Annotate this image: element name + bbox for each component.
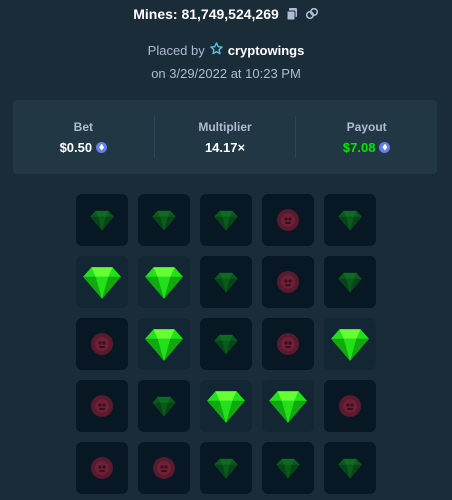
ethereum-icon	[379, 141, 391, 153]
gem-icon	[214, 272, 238, 293]
payout-value: $7.08	[343, 140, 391, 155]
tile-gem[interactable]	[324, 442, 376, 494]
tile-gem-revealed[interactable]	[262, 380, 314, 432]
placed-by: Placed by cryptowings	[0, 42, 452, 58]
tile-mine[interactable]	[324, 380, 376, 432]
payout-amount: $7.08	[342, 139, 376, 155]
copy-icon[interactable]	[285, 7, 299, 21]
mine-icon	[91, 395, 113, 417]
gem-icon	[338, 210, 362, 231]
tile-gem[interactable]	[324, 194, 376, 246]
gem-icon	[214, 334, 238, 355]
mine-icon	[91, 457, 113, 479]
gem-icon	[90, 210, 114, 231]
tile-gem[interactable]	[138, 380, 190, 432]
multiplier-label: Multiplier	[198, 119, 252, 134]
tile-gem-revealed[interactable]	[324, 318, 376, 370]
bet-stats-panel: Bet $0.50 Multiplier 14.17× Payout $7.08	[13, 100, 437, 174]
bet-title: Mines: 81,749,524,269	[133, 6, 279, 22]
bet-header: Mines: 81,749,524,269	[0, 0, 452, 28]
tile-gem[interactable]	[324, 256, 376, 308]
star-icon	[209, 42, 223, 58]
bet-amount: $0.50	[59, 139, 93, 155]
tile-gem[interactable]	[200, 194, 252, 246]
tile-mine[interactable]	[262, 256, 314, 308]
tile-gem[interactable]	[76, 194, 128, 246]
stat-bet: Bet $0.50	[13, 100, 154, 174]
tile-gem-revealed[interactable]	[200, 380, 252, 432]
mine-icon	[277, 271, 299, 293]
tile-mine[interactable]	[262, 194, 314, 246]
gem-icon	[207, 391, 245, 423]
tile-mine[interactable]	[76, 442, 128, 494]
ethereum-icon	[96, 141, 108, 153]
payout-label: Payout	[346, 119, 387, 134]
gem-icon	[269, 391, 307, 423]
gem-icon	[145, 329, 183, 361]
gem-icon	[152, 210, 176, 231]
bet-value: $0.50	[60, 140, 108, 155]
username-link[interactable]: cryptowings	[228, 43, 305, 58]
tile-gem-revealed[interactable]	[138, 256, 190, 308]
tile-gem-revealed[interactable]	[138, 318, 190, 370]
gem-icon	[83, 267, 121, 299]
placed-by-prefix: Placed by	[147, 42, 205, 58]
mine-icon	[91, 333, 113, 355]
tile-mine[interactable]	[262, 318, 314, 370]
mine-icon	[277, 209, 299, 231]
gem-icon	[331, 329, 369, 361]
tile-gem[interactable]	[200, 442, 252, 494]
multiplier-value: 14.17×	[204, 139, 246, 155]
bet-label: Bet	[73, 119, 93, 134]
gem-icon	[276, 458, 300, 479]
gem-icon	[214, 210, 238, 231]
tile-gem[interactable]	[200, 256, 252, 308]
tile-gem[interactable]	[200, 318, 252, 370]
tile-mine[interactable]	[138, 442, 190, 494]
stat-multiplier: Multiplier 14.17×	[155, 100, 296, 174]
mine-icon	[339, 395, 361, 417]
mine-icon	[277, 333, 299, 355]
gem-icon	[214, 458, 238, 479]
link-icon[interactable]	[305, 7, 319, 21]
tile-gem-revealed[interactable]	[76, 256, 128, 308]
bet-date: on 3/29/2022 at 10:23 PM	[151, 66, 301, 81]
gem-icon	[338, 272, 362, 293]
tile-mine[interactable]	[76, 318, 128, 370]
tile-mine[interactable]	[76, 380, 128, 432]
mines-grid	[76, 194, 376, 494]
gem-icon	[152, 396, 176, 417]
gem-icon	[145, 267, 183, 299]
stat-payout: Payout $7.08	[296, 100, 437, 174]
tile-gem[interactable]	[138, 194, 190, 246]
mine-icon	[153, 457, 175, 479]
tile-gem[interactable]	[262, 442, 314, 494]
gem-icon	[338, 458, 362, 479]
